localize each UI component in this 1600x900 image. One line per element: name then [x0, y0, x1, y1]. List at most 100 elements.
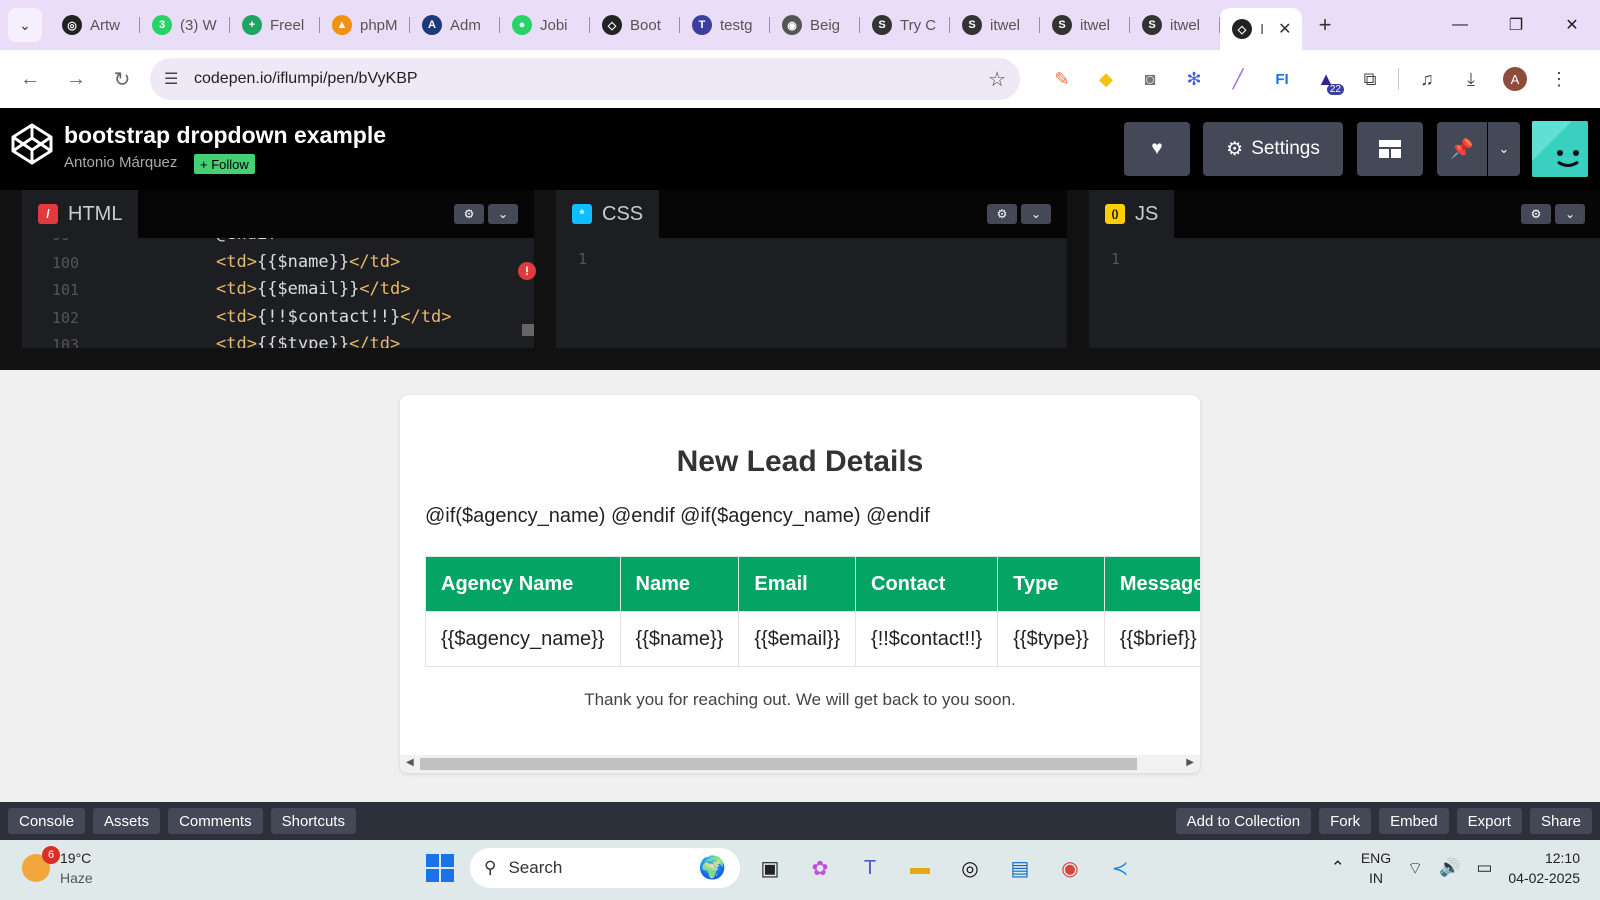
- media-control-icon[interactable]: ♫: [1405, 59, 1449, 99]
- pin-button[interactable]: 📌: [1437, 122, 1487, 176]
- css-editor-collapse-button[interactable]: ⌄: [1021, 204, 1051, 224]
- user-avatar[interactable]: [1532, 121, 1588, 177]
- chat-app-icon[interactable]: ▤: [1000, 848, 1040, 888]
- profile-button[interactable]: A: [1493, 59, 1537, 99]
- back-button[interactable]: ←: [8, 59, 52, 99]
- js-code-area[interactable]: 1: [1089, 238, 1600, 348]
- love-button[interactable]: ♥: [1124, 122, 1190, 176]
- js-editor[interactable]: () JS ⚙ ⌄ 1: [1089, 190, 1600, 348]
- region-code: IN: [1368, 870, 1383, 886]
- close-icon[interactable]: ✕: [1278, 19, 1291, 39]
- browser-tab[interactable]: Sitwel: [1040, 8, 1130, 42]
- html-editor-settings-button[interactable]: ⚙: [454, 204, 484, 224]
- tab-search-button[interactable]: ⌄: [8, 8, 42, 42]
- scroll-right-icon[interactable]: ▶: [1186, 757, 1194, 768]
- footer-button-share[interactable]: Share: [1529, 808, 1592, 834]
- html-editor-tab[interactable]: / HTML: [22, 190, 139, 238]
- reload-button[interactable]: ↻: [100, 59, 144, 99]
- browser-tab[interactable]: A Adm: [410, 8, 500, 42]
- pin-dropdown-button[interactable]: ⌄: [1488, 122, 1520, 176]
- fi-extension-icon[interactable]: FI: [1260, 59, 1304, 99]
- footer-button-comments[interactable]: Comments: [168, 808, 263, 834]
- scroll-left-icon[interactable]: ◀: [406, 757, 414, 768]
- browser-tab[interactable]: Sitwel: [1130, 8, 1220, 42]
- codepen-logo-icon[interactable]: [10, 122, 54, 166]
- footer-button-console[interactable]: Console: [8, 808, 86, 834]
- html-code-area[interactable]: 99@endif100<td>{{$name}}</td>101<td>{{$e…: [22, 238, 534, 348]
- browser-tab[interactable]: ▲ phpM: [320, 8, 410, 42]
- error-icon[interactable]: !: [518, 262, 536, 280]
- css-editor-label: CSS: [602, 202, 644, 225]
- bookmark-star-icon[interactable]: ☆: [988, 67, 1006, 92]
- weather-widget[interactable]: 6 19°C Haze: [22, 846, 93, 888]
- scrollbar-thumb[interactable]: [420, 758, 1137, 770]
- file-explorer-icon[interactable]: ▬: [900, 848, 940, 888]
- wifi-icon[interactable]: ⌔: [1407, 858, 1423, 879]
- camera-extension-icon[interactable]: ◙: [1128, 59, 1172, 99]
- pen-title[interactable]: bootstrap dropdown example: [64, 122, 386, 149]
- footer-button-assets[interactable]: Assets: [93, 808, 161, 834]
- chrome-icon[interactable]: ◉: [1050, 848, 1090, 888]
- html-editor-collapse-button[interactable]: ⌄: [488, 204, 518, 224]
- puzzle-extensions-icon[interactable]: ⧉: [1348, 59, 1392, 99]
- css-editor[interactable]: * CSS ⚙ ⌄ 1: [556, 190, 1067, 348]
- minimize-icon[interactable]: —: [1432, 0, 1488, 50]
- teams-icon[interactable]: T: [850, 848, 890, 888]
- task-view-icon[interactable]: ▣: [750, 848, 790, 888]
- menu-kebab-icon[interactable]: ⋮: [1537, 59, 1581, 99]
- download-icon[interactable]: ⤓: [1449, 59, 1493, 99]
- toolbar-divider: [1398, 68, 1399, 90]
- browser-tab[interactable]: ◎ Artw: [50, 8, 140, 42]
- css-editor-tab[interactable]: * CSS: [556, 190, 660, 238]
- new-tab-button[interactable]: +: [1308, 12, 1342, 38]
- vscode-icon[interactable]: ≺: [1100, 848, 1140, 888]
- url-text[interactable]: codepen.io/iflumpi/pen/bVyKBP: [194, 70, 988, 88]
- chatgpt-icon[interactable]: ◎: [950, 848, 990, 888]
- css-editor-settings-button[interactable]: ⚙: [987, 204, 1017, 224]
- browser-tab[interactable]: ● Jobi: [500, 8, 590, 42]
- site-info-icon[interactable]: ☰: [164, 69, 194, 89]
- show-hidden-icons[interactable]: ⌃: [1331, 858, 1345, 878]
- browser-tab[interactable]: ◇ Boot: [590, 8, 680, 42]
- volume-icon[interactable]: 🔊: [1439, 858, 1460, 878]
- change-view-button[interactable]: [1357, 122, 1423, 176]
- browser-tab[interactable]: + Freel: [230, 8, 320, 42]
- browser-tab[interactable]: Ttestg: [680, 8, 770, 42]
- start-button[interactable]: [420, 848, 460, 888]
- browser-tab[interactable]: 3 (3) W: [140, 8, 230, 42]
- browser-tab[interactable]: S Try C: [860, 8, 950, 42]
- battery-icon[interactable]: ▭: [1476, 858, 1492, 878]
- js-editor-settings-button[interactable]: ⚙: [1521, 204, 1551, 224]
- window-close-icon[interactable]: ✕: [1544, 0, 1600, 50]
- snowflake-extension-icon[interactable]: ✻: [1172, 59, 1216, 99]
- system-clock[interactable]: 12:10 04-02-2025: [1508, 848, 1580, 888]
- cap-extension-icon[interactable]: ▲ 22: [1304, 59, 1348, 99]
- scrollbar-thumb[interactable]: [522, 324, 534, 336]
- js-editor-collapse-button[interactable]: ⌄: [1555, 204, 1585, 224]
- follow-button[interactable]: + Follow: [194, 154, 255, 174]
- js-editor-tab[interactable]: () JS: [1089, 190, 1175, 238]
- taskbar-search[interactable]: ⚲ Search 🌍: [470, 848, 740, 888]
- editor-resize-handle[interactable]: [0, 348, 1600, 370]
- address-bar[interactable]: ☰ codepen.io/iflumpi/pen/bVyKBP ☆: [150, 58, 1020, 100]
- forward-button[interactable]: →: [54, 59, 98, 99]
- css-code-area[interactable]: 1: [556, 238, 1067, 348]
- pen-extension-icon[interactable]: ╱: [1216, 59, 1260, 99]
- horizontal-scrollbar[interactable]: ◀ ▶: [400, 755, 1200, 773]
- footer-button-embed[interactable]: Embed: [1379, 808, 1449, 834]
- footer-button-add-to-collection[interactable]: Add to Collection: [1175, 808, 1312, 834]
- color-picker-extension-icon[interactable]: ✎: [1040, 59, 1084, 99]
- copilot-icon[interactable]: ✿: [800, 848, 840, 888]
- browser-tab-active[interactable]: ◇ I ✕: [1220, 8, 1302, 50]
- settings-button[interactable]: ⚙ Settings: [1203, 122, 1343, 176]
- footer-button-shortcuts[interactable]: Shortcuts: [270, 808, 356, 834]
- html-editor[interactable]: / HTML ⚙ ⌄ 99@endif100<td>{{$name}}</td>…: [22, 190, 536, 348]
- footer-button-fork[interactable]: Fork: [1319, 808, 1372, 834]
- pen-author[interactable]: Antonio Márquez: [64, 154, 177, 171]
- gem-extension-icon[interactable]: ◆: [1084, 59, 1128, 99]
- browser-tab[interactable]: ◉ Beig: [770, 8, 860, 42]
- restore-icon[interactable]: ❐: [1488, 0, 1544, 50]
- footer-button-export[interactable]: Export: [1456, 808, 1522, 834]
- language-indicator[interactable]: ENG IN: [1361, 848, 1391, 888]
- browser-tab[interactable]: Sitwel: [950, 8, 1040, 42]
